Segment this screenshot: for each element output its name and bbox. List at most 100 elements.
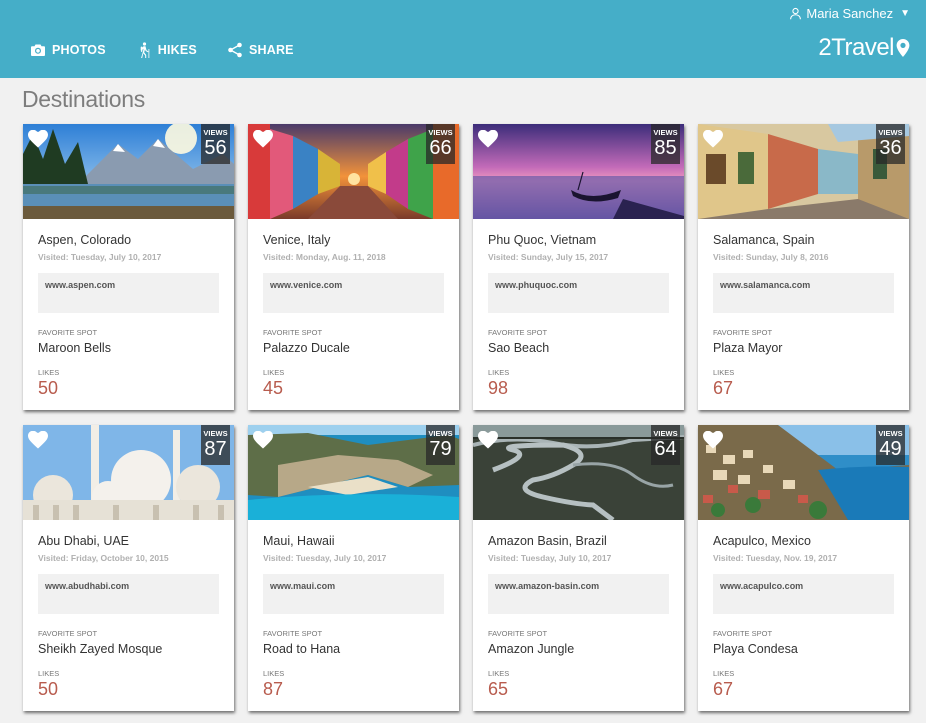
destination-link[interactable]: www.amazon-basin.com: [488, 574, 669, 614]
visited-date: Visited: Friday, October 10, 2015: [38, 553, 169, 563]
views-label: VIEWS: [428, 429, 453, 438]
destination-name: Phu Quoc, Vietnam: [488, 233, 597, 247]
heart-icon[interactable]: [478, 430, 498, 449]
likes-count: 98: [488, 378, 509, 398]
views-label: VIEWS: [878, 128, 903, 137]
heart-icon[interactable]: [28, 129, 48, 148]
favorite-spot: Palazzo Ducale: [263, 341, 350, 355]
heart-icon[interactable]: [253, 430, 273, 449]
likes-label: LIKES: [488, 368, 510, 377]
visited-date: Visited: Sunday, July 15, 2017: [488, 252, 609, 262]
destination-photo: VIEWS 64: [473, 425, 684, 520]
favorite-spot-label: FAVORITE SPOT: [488, 328, 548, 337]
likes-count: 65: [488, 679, 509, 699]
likes-label: LIKES: [38, 368, 60, 377]
views-badge: VIEWS 85: [651, 124, 680, 164]
destination-card[interactable]: VIEWS 85 Phu Quoc, Vietnam Visited: Sunda…: [473, 124, 684, 410]
destination-name: Salamanca, Spain: [713, 233, 815, 247]
favorite-spot-label: FAVORITE SPOT: [713, 328, 773, 337]
views-label: VIEWS: [203, 128, 228, 137]
views-badge: VIEWS 49: [876, 425, 905, 465]
visited-date: Visited: Monday, Aug. 11, 2018: [263, 252, 386, 262]
views-badge: VIEWS 56: [201, 124, 230, 164]
nav-photos[interactable]: PHOTOS: [30, 42, 106, 58]
destination-card[interactable]: VIEWS 49 Acapulco, Mexico Visited: Tuesda…: [698, 425, 909, 711]
visited-date: Visited: Tuesday, July 10, 2017: [488, 553, 612, 563]
views-count: 87: [204, 438, 227, 460]
destination-card[interactable]: VIEWS 87 Abu Dhabi, UAE Visited: Friday, …: [23, 425, 234, 711]
destination-photo: VIEWS 87: [23, 425, 234, 520]
destination-name: Aspen, Colorado: [38, 233, 132, 247]
favorite-spot: Amazon Jungle: [488, 642, 575, 656]
top-bar: Maria Sanchez ▼ PHOTOS HIKES SHARE 2Trav…: [0, 0, 926, 78]
visited-date: Visited: Sunday, July 8, 2016: [713, 252, 829, 262]
likes-count: 50: [38, 378, 59, 398]
nav-share[interactable]: SHARE: [227, 42, 294, 58]
visited-date: Visited: Tuesday, Nov. 19, 2017: [713, 553, 838, 563]
favorite-spot: Plaza Mayor: [713, 341, 783, 355]
views-label: VIEWS: [203, 429, 228, 438]
user-name: Maria Sanchez: [806, 6, 894, 21]
destination-link[interactable]: www.phuquoc.com: [488, 273, 669, 313]
destination-card[interactable]: VIEWS 64 Amazon Basin, Brazil Visited: Tu…: [473, 425, 684, 711]
likes-label: LIKES: [488, 669, 510, 678]
heart-icon[interactable]: [703, 430, 723, 449]
likes-label: LIKES: [713, 368, 735, 377]
share-icon: [228, 42, 242, 58]
views-label: VIEWS: [653, 128, 678, 137]
favorite-spot-label: FAVORITE SPOT: [488, 629, 548, 638]
favorite-spot-label: FAVORITE SPOT: [263, 629, 323, 638]
favorite-spot-label: FAVORITE SPOT: [713, 629, 773, 638]
likes-count: 87: [263, 679, 284, 699]
destination-photo: VIEWS 66: [248, 124, 459, 219]
destination-photo: VIEWS 49: [698, 425, 909, 520]
likes-label: LIKES: [713, 669, 735, 678]
favorite-spot-label: FAVORITE SPOT: [263, 328, 323, 337]
visited-date: Visited: Tuesday, July 10, 2017: [263, 553, 387, 563]
destination-card[interactable]: VIEWS 56 Aspen, Colorado Visited: Tuesday…: [23, 124, 234, 410]
destination-photo: VIEWS 56: [23, 124, 234, 219]
favorite-spot: Sheikh Zayed Mosque: [38, 642, 163, 656]
views-label: VIEWS: [878, 429, 903, 438]
views-count: 56: [204, 137, 227, 159]
destination-link[interactable]: www.venice.com: [263, 273, 444, 313]
destination-link[interactable]: www.acapulco.com: [713, 574, 894, 614]
likes-count: 67: [713, 679, 734, 699]
user-menu[interactable]: Maria Sanchez ▼: [789, 6, 910, 21]
favorite-spot: Playa Condesa: [713, 642, 798, 656]
destination-card[interactable]: VIEWS 66 Venice, Italy Visited: Monday, A…: [248, 124, 459, 410]
destination-name: Acapulco, Mexico: [713, 534, 811, 548]
heart-icon[interactable]: [28, 430, 48, 449]
destination-card[interactable]: VIEWS 36 Salamanca, Spain Visited: Sunday…: [698, 124, 909, 410]
destination-photo: VIEWS 85: [473, 124, 684, 219]
nav-share-label: SHARE: [248, 43, 294, 57]
heart-icon[interactable]: [478, 129, 498, 148]
views-count: 85: [654, 137, 677, 159]
views-badge: VIEWS 64: [651, 425, 680, 465]
nav-hikes[interactable]: HIKES: [136, 42, 197, 58]
destination-photo: VIEWS 36: [698, 124, 909, 219]
views-label: VIEWS: [428, 128, 453, 137]
brand-logo[interactable]: 2Travel: [818, 34, 910, 62]
views-badge: VIEWS 87: [201, 425, 230, 465]
likes-count: 50: [38, 679, 59, 699]
destination-link[interactable]: www.aspen.com: [38, 273, 219, 313]
destination-link[interactable]: www.salamanca.com: [713, 273, 894, 313]
user-icon: [790, 7, 802, 20]
favorite-spot: Road to Hana: [263, 642, 341, 656]
destination-name: Abu Dhabi, UAE: [38, 534, 130, 548]
nav-photos-label: PHOTOS: [52, 43, 106, 57]
heart-icon[interactable]: [703, 129, 723, 148]
destination-photo: VIEWS 79: [248, 425, 459, 520]
views-badge: VIEWS 36: [876, 124, 905, 164]
likes-label: LIKES: [38, 669, 60, 678]
camera-icon: [31, 44, 45, 56]
favorite-spot: Maroon Bells: [38, 341, 111, 355]
destination-link[interactable]: www.abudhabi.com: [38, 574, 219, 614]
page-title: Destinations: [22, 86, 145, 112]
heart-icon[interactable]: [253, 129, 273, 148]
destination-card[interactable]: VIEWS 79 Maui, Hawaii Visited: Tuesday, J…: [248, 425, 459, 711]
favorite-spot-label: FAVORITE SPOT: [38, 629, 98, 638]
destination-name: Maui, Hawaii: [263, 534, 335, 548]
destination-link[interactable]: www.maui.com: [263, 574, 444, 614]
